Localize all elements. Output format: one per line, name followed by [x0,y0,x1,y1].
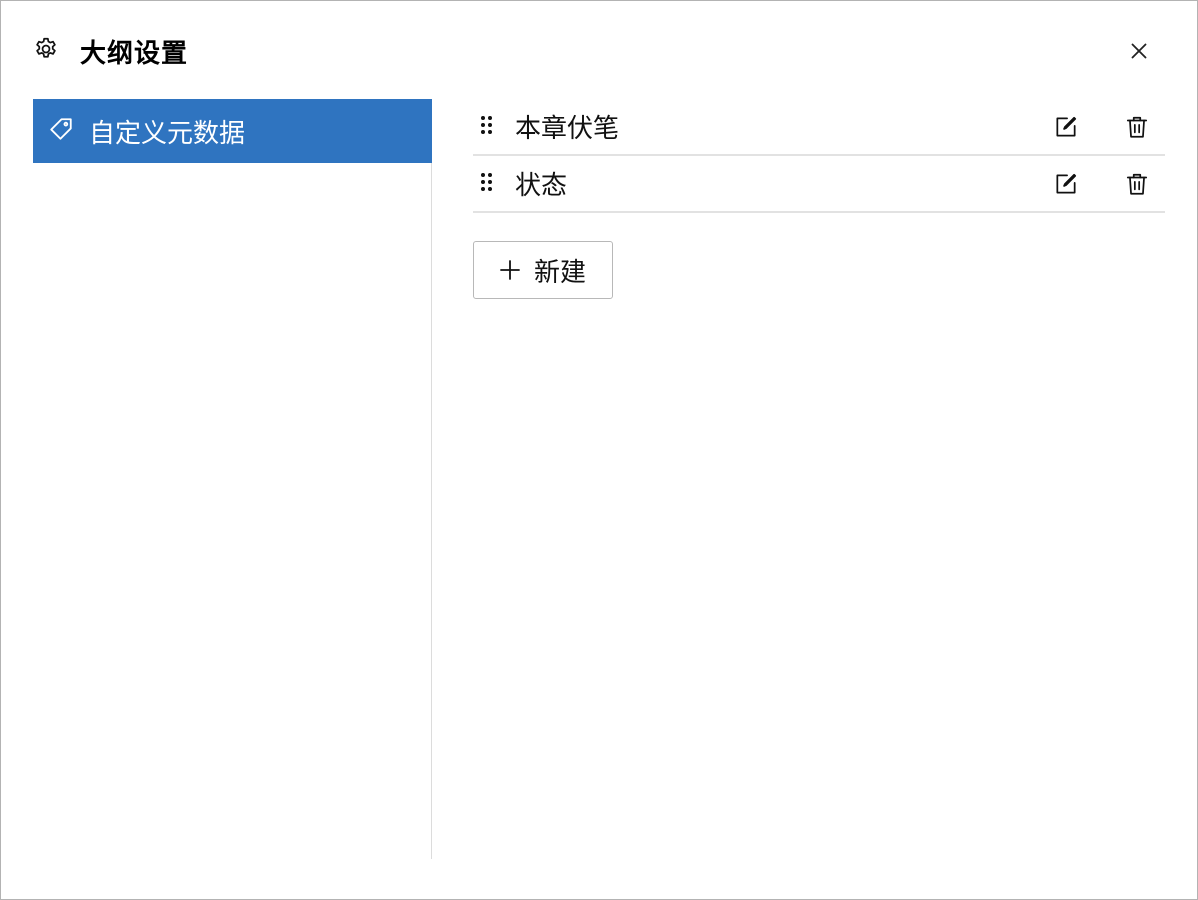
drag-handle-icon[interactable] [473,114,494,140]
gear-icon [33,36,59,66]
list-item: 状态 [473,156,1165,213]
tag-icon [33,116,74,146]
trash-icon [1126,116,1148,138]
edit-icon [1056,116,1077,137]
trash-icon [1126,173,1148,195]
close-button[interactable] [1127,39,1151,63]
delete-button[interactable] [1124,114,1150,140]
new-button[interactable]: 新建 [473,241,613,299]
sidebar: 自定义元数据 [33,99,432,859]
edit-button[interactable] [1053,171,1079,197]
list-item-label: 状态 [515,171,568,201]
plus-icon [500,260,520,280]
list-item: 本章伏笔 [473,99,1165,156]
dialog-header: 大纲设置 [33,33,1165,69]
close-icon [1131,43,1147,59]
sidebar-item-label: 自定义元数据 [89,118,246,149]
dialog-title: 大纲设置 [80,38,189,69]
new-button-label: 新建 [534,257,587,288]
sidebar-item-custom-metadata[interactable]: 自定义元数据 [33,99,432,163]
settings-dialog: 大纲设置 自定义元数据 本章伏笔 状态 新建 [0,0,1198,900]
metadata-list: 本章伏笔 状态 新建 [473,99,1165,299]
list-item-label: 本章伏笔 [515,114,620,144]
edit-icon [1056,173,1077,194]
drag-handle-icon[interactable] [473,171,494,197]
edit-button[interactable] [1053,114,1079,140]
delete-button[interactable] [1124,171,1150,197]
